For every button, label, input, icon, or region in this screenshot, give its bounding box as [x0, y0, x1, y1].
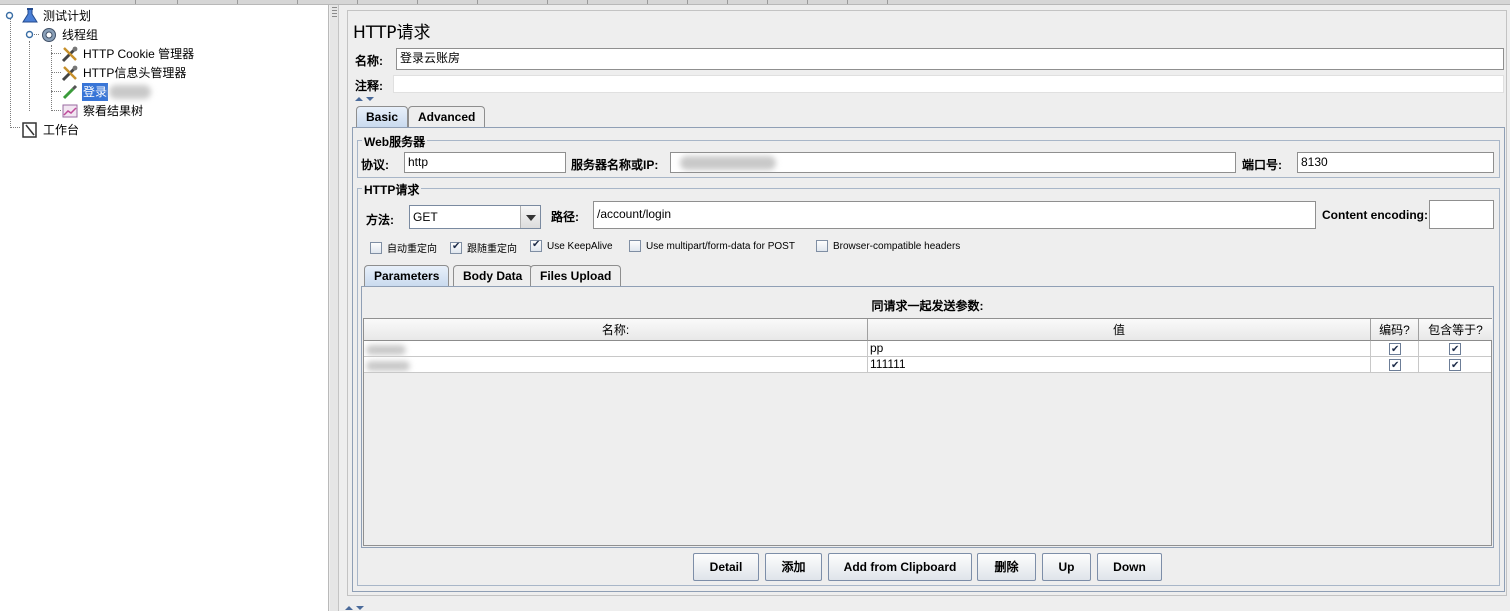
tree-node-label: 察看结果树	[83, 104, 144, 118]
redacted-text	[366, 344, 406, 355]
param-include-equals-cell[interactable]	[1419, 357, 1491, 373]
option-label: Use KeepAlive	[547, 240, 613, 252]
checkbox-icon[interactable]	[1389, 342, 1401, 357]
tools-icon	[61, 64, 79, 82]
panel-splitter[interactable]	[330, 5, 339, 611]
checkbox-icon[interactable]	[530, 239, 542, 252]
option-label: 跟随重定向	[467, 244, 517, 255]
checkbox-icon[interactable]	[629, 240, 641, 252]
option-auto-redirect[interactable]: 自动重定向	[370, 240, 437, 255]
add-button[interactable]: 添加	[765, 553, 822, 581]
protocol-field[interactable]: http	[404, 152, 566, 173]
param-value-cell[interactable]: 111111	[868, 357, 1371, 373]
column-header-include-equals[interactable]: 包含等于?	[1419, 319, 1492, 341]
tree-node-cookie-manager[interactable]: HTTP Cookie 管理器	[61, 45, 195, 63]
option-follow-redirect[interactable]: 跟随重定向	[450, 240, 517, 255]
delete-button[interactable]: 删除	[977, 553, 1036, 581]
method-label: 方法:	[366, 213, 394, 227]
workbench-icon	[21, 121, 39, 139]
tab-body-data[interactable]: Body Data	[453, 265, 533, 287]
tree-node-workbench[interactable]: 工作台	[21, 121, 80, 139]
tab-parameters[interactable]: Parameters	[364, 265, 450, 287]
name-field[interactable]: 登录云账房	[396, 48, 1504, 70]
detail-button[interactable]: Detail	[693, 553, 759, 581]
server-field[interactable]	[670, 152, 1236, 173]
checkbox-icon[interactable]	[1389, 358, 1401, 373]
option-label: 自动重定向	[387, 244, 437, 255]
method-select[interactable]: GET	[409, 205, 541, 229]
web-server-legend: Web服务器	[362, 133, 428, 150]
path-field[interactable]: /account/login	[593, 201, 1316, 229]
port-field[interactable]: 8130	[1297, 152, 1494, 173]
path-label: 路径:	[551, 210, 579, 224]
chart-icon	[61, 102, 79, 120]
redacted-text	[680, 155, 776, 170]
comment-field[interactable]	[393, 75, 1504, 93]
gear-icon	[40, 26, 58, 44]
tab-files-upload[interactable]: Files Upload	[530, 265, 622, 287]
option-keepalive[interactable]: Use KeepAlive	[530, 239, 613, 252]
method-value: GET	[413, 210, 438, 224]
option-multipart[interactable]: Use multipart/form-data for POST	[629, 240, 795, 252]
column-header-value[interactable]: 值	[868, 319, 1371, 341]
protocol-label: 协议:	[361, 158, 389, 172]
tree-node-header-manager[interactable]: HTTP信息头管理器	[61, 64, 187, 82]
param-value-cell[interactable]: pp	[868, 341, 1371, 357]
tree-node-label: 测试计划	[43, 9, 92, 23]
page-title: HTTP请求	[353, 23, 431, 43]
tree-node-label: 登录	[82, 83, 109, 101]
table-row[interactable]: 111111	[364, 357, 1491, 373]
tree-node-label: 工作台	[43, 123, 80, 137]
collapse-arrows-icon[interactable]	[344, 604, 366, 611]
checkbox-icon[interactable]	[816, 240, 828, 252]
param-name-cell[interactable]	[364, 341, 868, 357]
tree-node-result-tree[interactable]: 察看结果树	[61, 102, 144, 120]
http-request-legend: HTTP请求	[362, 181, 422, 198]
param-encode-cell[interactable]	[1371, 341, 1419, 357]
tree-node-test-plan[interactable]: 测试计划	[21, 7, 92, 25]
tree-expand-handle-icon[interactable]	[5, 11, 14, 20]
down-button[interactable]: Down	[1097, 553, 1162, 581]
column-header-name[interactable]: 名称:	[364, 319, 868, 341]
tools-icon	[61, 45, 79, 63]
redacted-text	[109, 85, 152, 99]
checkbox-icon[interactable]	[370, 241, 382, 254]
param-name-cell[interactable]	[364, 357, 868, 373]
chevron-down-icon[interactable]	[520, 206, 540, 228]
param-include-equals-cell[interactable]	[1419, 341, 1491, 357]
flask-icon	[21, 7, 39, 25]
content-encoding-label: Content encoding:	[1322, 208, 1428, 222]
test-plan-tree[interactable]: 测试计划 线程组 HTTP Cookie 管理器 HTTP信息头管理器 登录 察…	[0, 5, 329, 611]
pipette-icon	[61, 83, 79, 101]
tree-node-label: HTTP Cookie 管理器	[83, 47, 195, 61]
tree-node-login-sampler[interactable]: 登录	[61, 83, 152, 101]
tab-advanced[interactable]: Advanced	[408, 106, 486, 128]
tree-node-label: HTTP信息头管理器	[83, 66, 187, 80]
tab-basic[interactable]: Basic	[356, 106, 409, 128]
port-label: 端口号:	[1242, 158, 1282, 172]
up-button[interactable]: Up	[1042, 553, 1091, 581]
parameters-table[interactable]: 名称: 值 编码? 包含等于? pp 111111	[363, 318, 1492, 546]
comment-label: 注释:	[355, 79, 383, 93]
option-browser-headers[interactable]: Browser-compatible headers	[816, 240, 960, 252]
parameters-caption: 同请求一起发送参数:	[871, 299, 984, 313]
option-label: Use multipart/form-data for POST	[646, 240, 795, 252]
tree-expand-handle-icon[interactable]	[25, 30, 34, 39]
table-row[interactable]: pp	[364, 341, 1491, 357]
checkbox-icon[interactable]	[1449, 342, 1461, 357]
tree-node-thread-group[interactable]: 线程组	[40, 26, 99, 44]
tree-node-label: 线程组	[62, 28, 99, 42]
param-encode-cell[interactable]	[1371, 357, 1419, 373]
content-encoding-field[interactable]	[1429, 200, 1494, 229]
redacted-text	[366, 360, 410, 371]
add-from-clipboard-button[interactable]: Add from Clipboard	[828, 553, 972, 581]
collapse-arrows-icon[interactable]	[354, 95, 376, 103]
name-label: 名称:	[355, 54, 383, 68]
column-header-encode[interactable]: 编码?	[1371, 319, 1419, 341]
checkbox-icon[interactable]	[450, 241, 462, 254]
server-label: 服务器名称或IP:	[571, 158, 659, 172]
checkbox-icon[interactable]	[1449, 358, 1461, 373]
option-label: Browser-compatible headers	[833, 240, 961, 252]
